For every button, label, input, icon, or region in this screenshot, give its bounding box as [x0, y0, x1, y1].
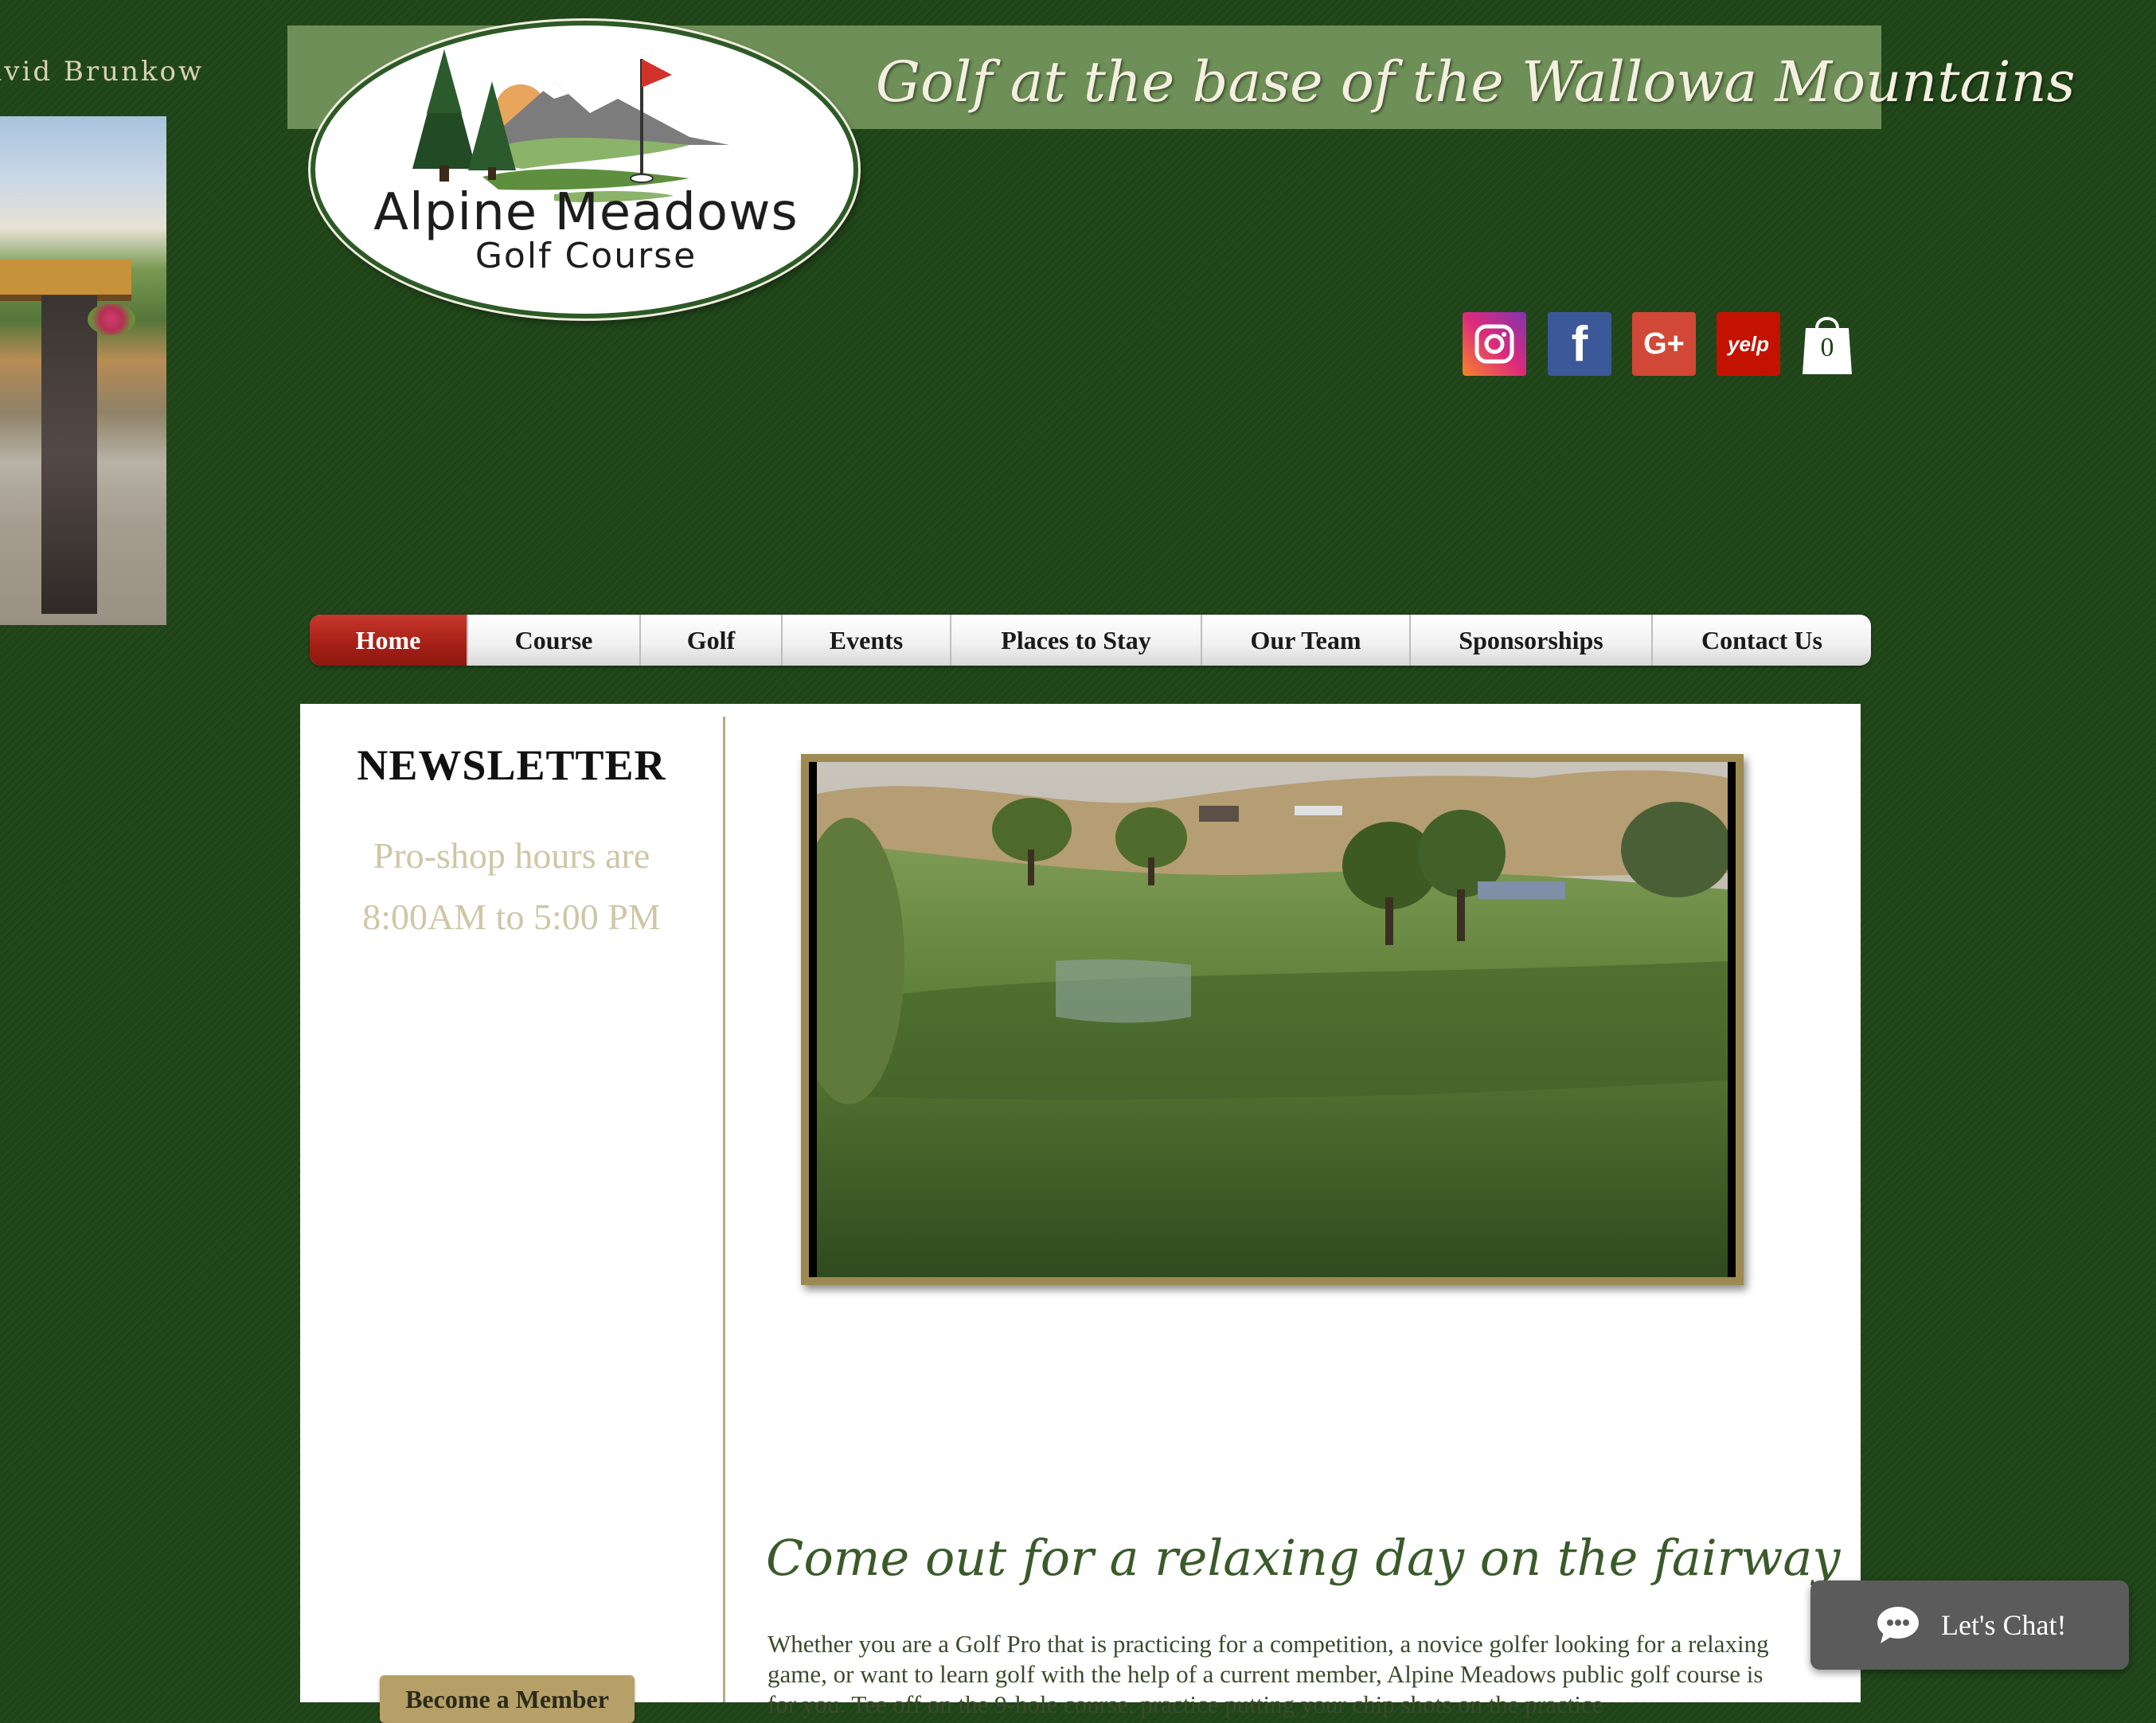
main-nav: Home Course Golf Events Places to Stay O…	[310, 615, 1871, 666]
instagram-glyph	[1474, 324, 1514, 364]
nav-sponsorships[interactable]: Sponsorships	[1411, 615, 1653, 666]
facebook-icon[interactable]: f	[1548, 312, 1611, 376]
cart-count: 0	[1820, 333, 1834, 362]
nav-our-team[interactable]: Our Team	[1202, 615, 1411, 666]
photo-post	[41, 295, 97, 614]
nav-events[interactable]: Events	[783, 615, 951, 666]
course-video[interactable]	[809, 762, 1736, 1277]
chat-label: Let's Chat!	[1941, 1609, 2067, 1641]
google-plus-icon[interactable]: G+	[1632, 312, 1696, 376]
clubhouse-photo	[0, 116, 166, 625]
chat-bubble-glyph	[1877, 1607, 1919, 1643]
nav-places-to-stay[interactable]: Places to Stay	[951, 615, 1202, 666]
nav-golf[interactable]: Golf	[641, 615, 783, 666]
chat-bubble-icon	[1876, 1605, 1920, 1645]
yelp-icon[interactable]: yelp	[1717, 312, 1780, 376]
pro-shop-hours-time: 8:00AM to 5:00 PM	[362, 897, 661, 937]
instagram-icon[interactable]	[1463, 312, 1526, 376]
video-still	[817, 762, 1728, 1277]
logo-name: Alpine Meadows	[373, 183, 799, 242]
photo-flowers	[88, 303, 135, 335]
chat-widget[interactable]: Let's Chat!	[1810, 1580, 2129, 1670]
nav-contact-us[interactable]: Contact Us	[1653, 615, 1871, 666]
pro-shop-hours-label: Pro-shop hours are	[373, 835, 650, 876]
nav-course[interactable]: Course	[468, 615, 641, 666]
column-divider	[723, 717, 725, 1702]
nav-home[interactable]: Home	[310, 615, 468, 666]
main-headline: Come out for a relaxing day on the fairw…	[766, 1529, 1841, 1587]
newsletter-heading[interactable]: NEWSLETTER	[318, 740, 705, 790]
photo-credit: avid Brunkow	[0, 56, 205, 88]
header-tagline: Golf at the base of the Wallowa Mountain…	[876, 49, 2076, 115]
become-member-button[interactable]: Become a Member	[380, 1675, 635, 1723]
intro-paragraph: Whether you are a Golf Pro that is pract…	[767, 1630, 1769, 1718]
site-logo[interactable]: Alpine Meadows Golf Course	[311, 21, 858, 318]
logo-subtitle: Golf Course	[475, 236, 697, 276]
